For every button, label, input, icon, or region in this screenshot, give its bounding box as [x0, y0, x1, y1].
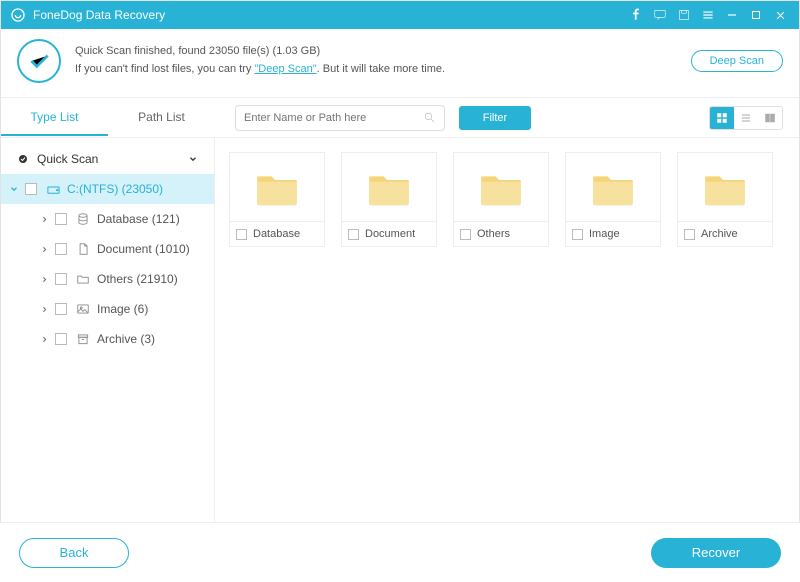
summary-size: 1.03 GB [276, 45, 316, 57]
toolbar: Type List Path List Filter [1, 98, 799, 138]
folder-label: Document [365, 228, 415, 240]
sidebar-tree: Quick Scan C:(NTFS) (23050) Database (12… [1, 138, 215, 522]
tree-item-label: Others (21910) [97, 272, 178, 286]
tree-item-document[interactable]: Document (1010) [1, 234, 214, 264]
hint-suffix: . But it will take more time. [317, 63, 445, 75]
search-icon [423, 111, 436, 124]
image-icon [75, 301, 91, 317]
folder-label: Image [589, 228, 620, 240]
archive-icon [75, 331, 91, 347]
tree-item-label: Database (121) [97, 212, 180, 226]
tree-item-image[interactable]: Image (6) [1, 294, 214, 324]
summary-suffix: ) [317, 45, 321, 57]
tree-item-archive[interactable]: Archive (3) [1, 324, 214, 354]
tree-item-label: Image (6) [97, 302, 148, 316]
view-grid-button[interactable] [710, 107, 734, 129]
database-icon [75, 211, 91, 227]
checkbox[interactable] [25, 183, 37, 195]
checkbox[interactable] [55, 333, 67, 345]
back-button[interactable]: Back [19, 538, 129, 568]
tree-root-label: Quick Scan [37, 152, 98, 166]
folder-label: Others [477, 228, 510, 240]
scan-summary-banner: Quick Scan finished, found 23050 file(s)… [1, 29, 799, 98]
checkbox[interactable] [236, 229, 247, 240]
content-body: Quick Scan C:(NTFS) (23050) Database (12… [1, 138, 799, 522]
folder-card-archive[interactable]: Archive [677, 152, 773, 247]
folder-card-database[interactable]: Database [229, 152, 325, 247]
checkbox[interactable] [55, 243, 67, 255]
minimize-icon[interactable] [721, 4, 743, 26]
save-icon[interactable] [673, 4, 695, 26]
footer: Back Recover [1, 522, 799, 582]
tree-item-label: Archive (3) [97, 332, 155, 346]
chevron-right-icon[interactable] [37, 275, 51, 284]
folder-icon [591, 171, 635, 207]
summary-mid: file(s) ( [240, 45, 277, 57]
checkbox[interactable] [55, 273, 67, 285]
view-list-button[interactable] [734, 107, 758, 129]
document-icon [75, 241, 91, 257]
tree-item-database[interactable]: Database (121) [1, 204, 214, 234]
folder-icon [479, 171, 523, 207]
folder-label: Archive [701, 228, 738, 240]
checkbox[interactable] [55, 213, 67, 225]
status-dot-icon [15, 151, 31, 167]
check-circle-icon [17, 39, 61, 83]
filter-button[interactable]: Filter [459, 106, 531, 130]
maximize-icon[interactable] [745, 4, 767, 26]
recover-button[interactable]: Recover [651, 538, 781, 568]
chevron-down-icon[interactable] [186, 154, 200, 164]
checkbox[interactable] [348, 229, 359, 240]
tree-drive-c[interactable]: C:(NTFS) (23050) [1, 174, 214, 204]
chevron-right-icon[interactable] [37, 335, 51, 344]
view-detail-button[interactable] [758, 107, 782, 129]
close-icon[interactable] [769, 4, 791, 26]
folder-card-others[interactable]: Others [453, 152, 549, 247]
folder-card-document[interactable]: Document [341, 152, 437, 247]
folder-icon [255, 171, 299, 207]
chevron-right-icon[interactable] [37, 245, 51, 254]
folder-card-image[interactable]: Image [565, 152, 661, 247]
summary-count: 23050 [209, 45, 240, 57]
checkbox[interactable] [684, 229, 695, 240]
checkbox[interactable] [572, 229, 583, 240]
search-input[interactable] [244, 112, 423, 124]
tree-root-quick-scan[interactable]: Quick Scan [1, 144, 214, 174]
chevron-down-icon[interactable] [7, 184, 21, 194]
tab-type-list[interactable]: Type List [1, 100, 108, 136]
feedback-icon[interactable] [649, 4, 671, 26]
drive-icon [45, 181, 61, 197]
deep-scan-link[interactable]: "Deep Scan" [254, 63, 316, 75]
tree-item-others[interactable]: Others (21910) [1, 264, 214, 294]
view-mode-switch [709, 106, 783, 130]
scan-summary-text: Quick Scan finished, found 23050 file(s)… [75, 43, 445, 78]
search-box[interactable] [235, 105, 445, 131]
titlebar: FoneDog Data Recovery [1, 1, 799, 29]
tab-path-list[interactable]: Path List [108, 100, 215, 136]
folder-icon [703, 171, 747, 207]
chevron-right-icon[interactable] [37, 305, 51, 314]
deep-scan-button[interactable]: Deep Scan [691, 50, 783, 72]
tree-item-label: Document (1010) [97, 242, 190, 256]
app-title: FoneDog Data Recovery [33, 8, 165, 22]
checkbox[interactable] [460, 229, 471, 240]
facebook-icon[interactable] [625, 4, 647, 26]
app-logo-icon [9, 6, 27, 24]
hint-prefix: If you can't find lost files, you can tr… [75, 63, 254, 75]
list-mode-tabs: Type List Path List [1, 100, 215, 136]
chevron-right-icon[interactable] [37, 215, 51, 224]
menu-icon[interactable] [697, 4, 719, 26]
folder-label: Database [253, 228, 300, 240]
folder-icon [367, 171, 411, 207]
folder-icon [75, 271, 91, 287]
folder-grid: Database Document Others Image Archive [215, 138, 799, 522]
checkbox[interactable] [55, 303, 67, 315]
tree-drive-label: C:(NTFS) (23050) [67, 182, 163, 196]
summary-prefix: Quick Scan finished, found [75, 45, 209, 57]
